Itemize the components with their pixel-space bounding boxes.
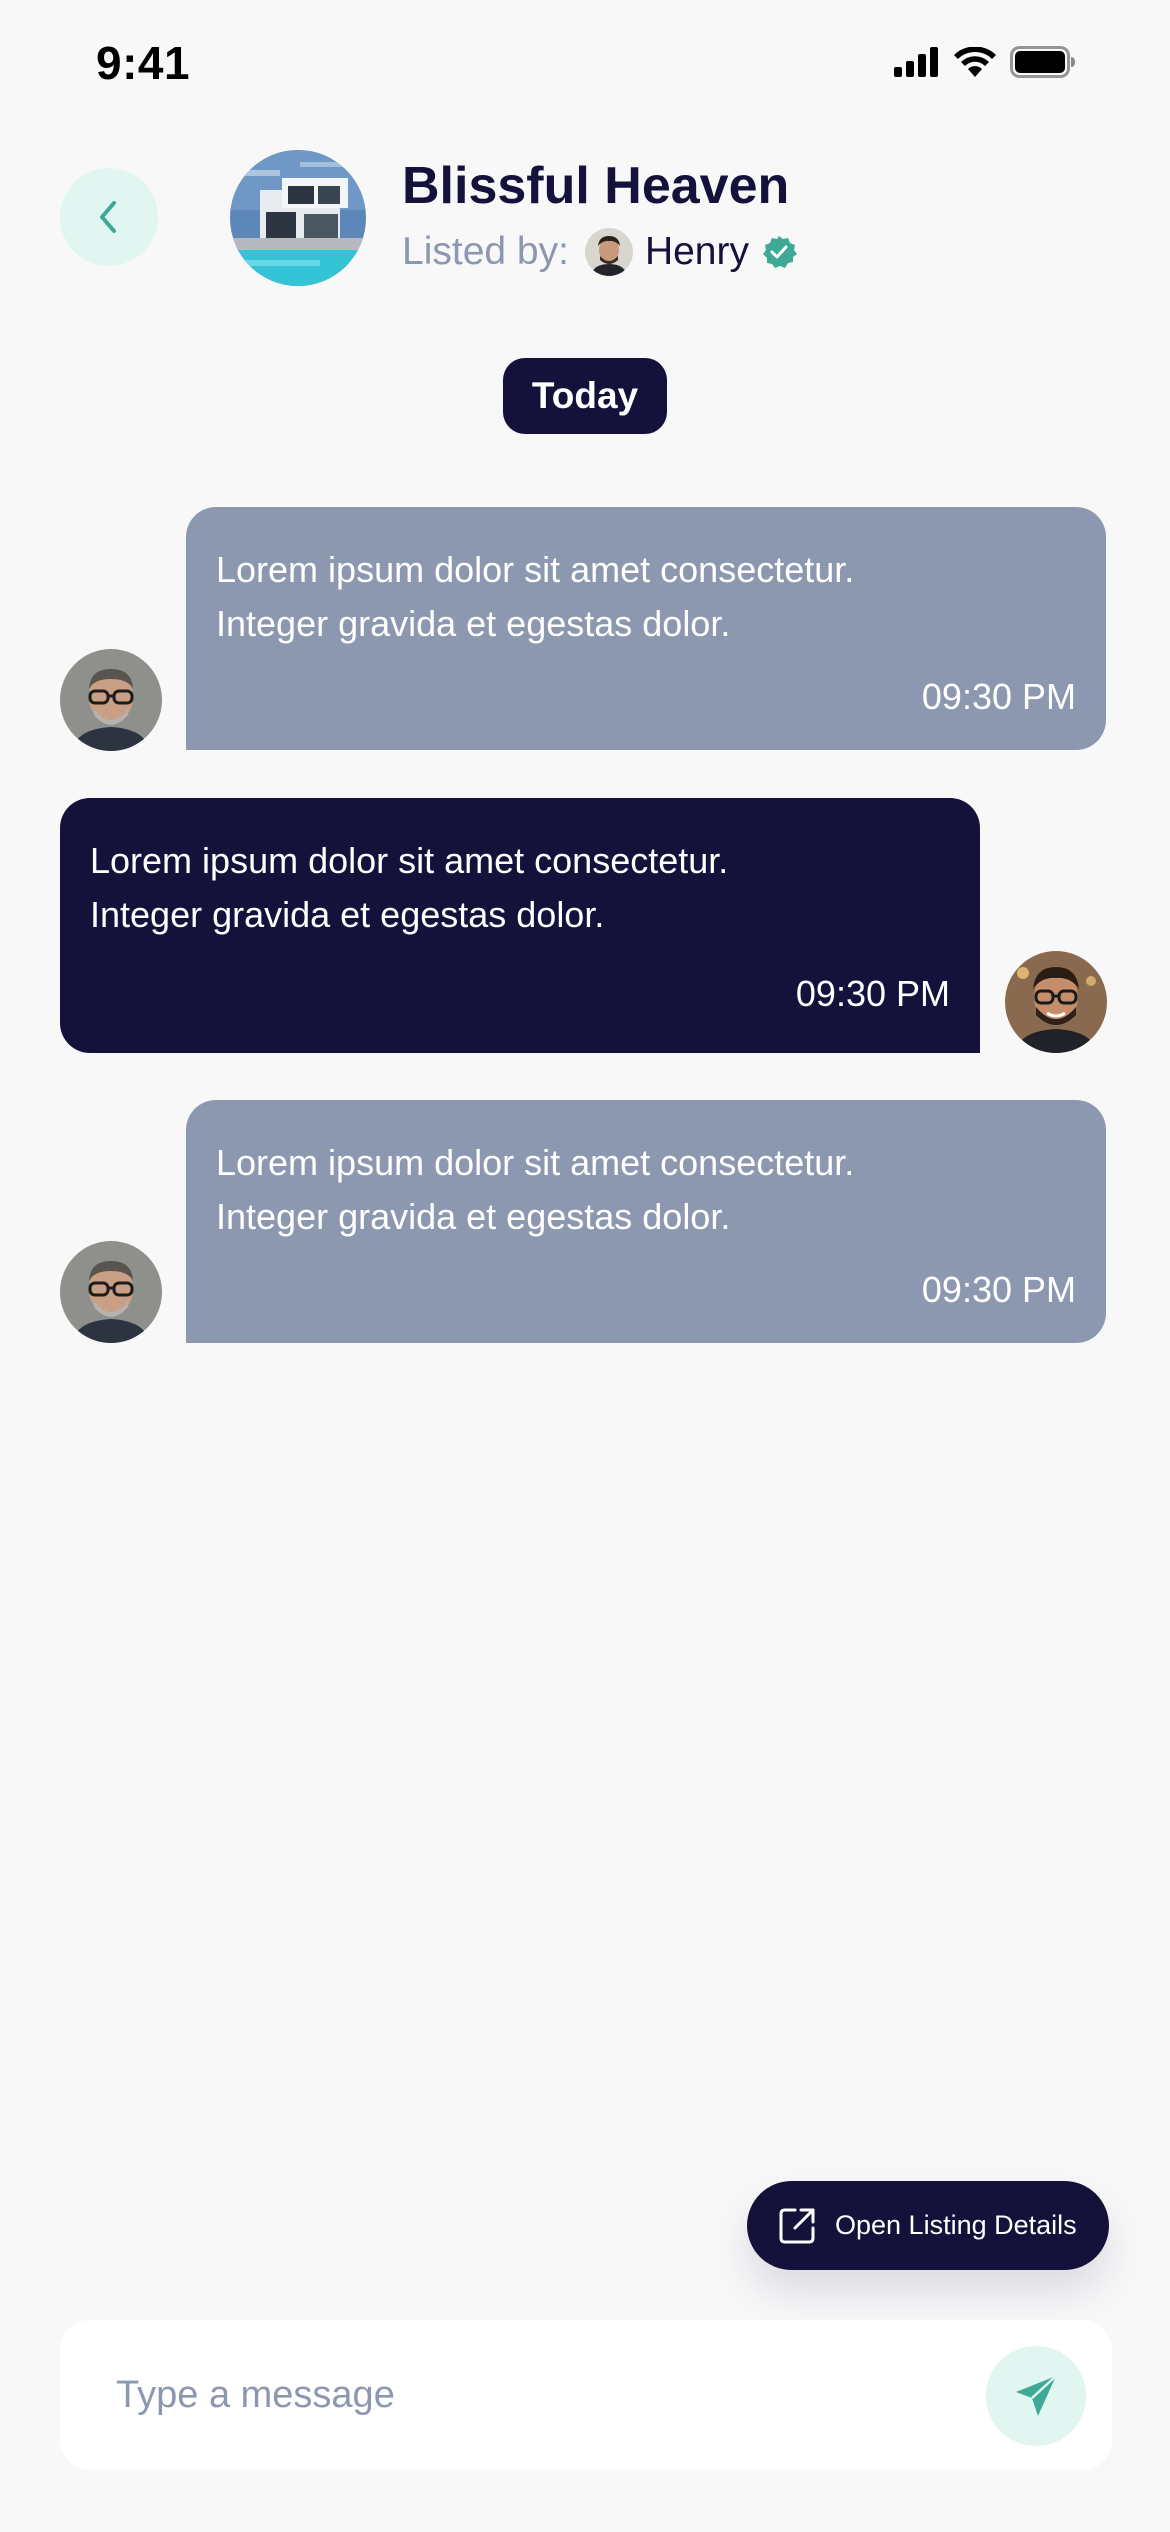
status-icons — [894, 46, 1076, 78]
user-avatar[interactable] — [1005, 951, 1107, 1053]
sender-avatar[interactable] — [60, 649, 162, 751]
message-bubble[interactable]: Lorem ipsum dolor sit amet consectetur. … — [186, 1100, 1106, 1343]
listing-photo[interactable] — [230, 150, 366, 286]
message-input[interactable] — [116, 2360, 916, 2430]
message-bubble[interactable]: Lorem ipsum dolor sit amet consectetur. … — [60, 798, 980, 1053]
verified-badge-icon — [762, 236, 797, 268]
wifi-icon — [954, 47, 996, 77]
signal-icon — [894, 47, 938, 77]
status-time: 9:41 — [96, 37, 191, 89]
chevron-left-icon — [100, 201, 116, 233]
back-button[interactable] — [60, 168, 158, 266]
open-listing-details-label: Open Listing Details — [835, 2210, 1077, 2240]
message-text: Lorem ipsum dolor sit amet consectetur. … — [90, 840, 729, 935]
listed-by-row: Listed by: Henry — [402, 226, 797, 278]
lister-name[interactable]: Henry — [645, 230, 749, 274]
message-time: 09:30 PM — [795, 973, 950, 1014]
lister-avatar[interactable] — [584, 228, 633, 276]
message-composer — [60, 2320, 1112, 2470]
message-time: 09:30 PM — [921, 676, 1076, 717]
message-bubble[interactable]: Lorem ipsum dolor sit amet consectetur. … — [186, 507, 1106, 750]
listed-by-label: Listed by: — [402, 230, 569, 273]
listing-title: Blissful Heaven — [402, 157, 790, 215]
send-icon — [1016, 2375, 1057, 2416]
sender-avatar[interactable] — [60, 1241, 162, 1343]
external-link-icon — [779, 2208, 815, 2243]
battery-icon — [1010, 46, 1075, 78]
send-button[interactable] — [986, 2346, 1086, 2446]
message-text: Lorem ipsum dolor sit amet consectetur. … — [216, 549, 855, 644]
status-bar: 9:41 — [0, 0, 1170, 140]
date-separator: Today — [503, 358, 667, 434]
message-time: 09:30 PM — [921, 1269, 1076, 1310]
message-text: Lorem ipsum dolor sit amet consectetur. … — [216, 1142, 855, 1237]
open-listing-details-button[interactable]: Open Listing Details — [747, 2181, 1109, 2270]
